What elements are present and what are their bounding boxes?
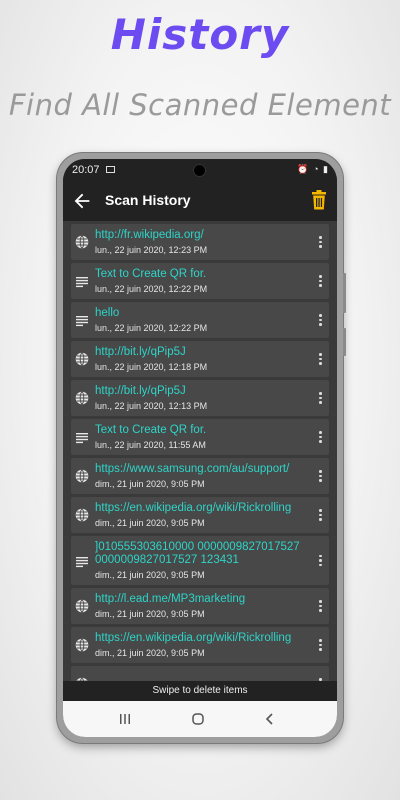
page-title: Scan History (105, 192, 191, 208)
history-item-text: hello (95, 307, 120, 319)
history-item-text: http://bit.ly/qPip5J (95, 346, 186, 358)
more-vert-icon[interactable] (315, 554, 325, 568)
history-item-date: lun., 22 juin 2020, 12:22 PM (95, 284, 208, 294)
text-lines-icon (75, 313, 89, 327)
globe-icon (75, 352, 89, 366)
history-item-date: lun., 22 juin 2020, 12:13 PM (95, 401, 208, 411)
status-indicators: ⏰ ◔ ▮ (297, 164, 329, 174)
more-vert-icon[interactable] (315, 638, 325, 652)
more-vert-icon[interactable] (315, 508, 325, 522)
more-vert-icon[interactable] (315, 599, 325, 613)
text-lines-icon (75, 430, 89, 444)
history-item[interactable]: https://www.samsung.com/au/support/dim.,… (71, 458, 329, 494)
promo-title: History (110, 10, 290, 59)
nav-back-icon[interactable] (263, 712, 277, 726)
history-item-text: https://www.samsung.com/au/support/ (95, 463, 290, 475)
history-item[interactable]: https://en.wikipedia.org/wiki/Rickrollin… (71, 497, 329, 533)
history-item-date: dim., 21 juin 2020, 9:05 PM (95, 570, 205, 580)
history-item-date: lun., 22 juin 2020, 11:55 AM (95, 440, 206, 450)
history-item-date: dim., 21 juin 2020, 9:05 PM (95, 609, 205, 619)
history-item[interactable]: https://en.wikipedia.org/wiki/Rickrollin… (71, 627, 329, 663)
history-item-date: dim., 21 juin 2020, 9:05 PM (95, 518, 205, 528)
history-item-date: dim., 21 juin 2020, 9:05 PM (95, 479, 205, 489)
globe-icon (75, 469, 89, 483)
history-item[interactable]: hello lun., 22 juin 2020, 12:22 PM (71, 302, 329, 338)
history-list[interactable]: http://fr.wikipedia.org/lun., 22 juin 20… (63, 221, 337, 681)
history-item-text: Text to Create QR for. (95, 268, 207, 280)
history-item-date: lun., 22 juin 2020, 12:23 PM (95, 245, 208, 255)
history-item-date: lun., 22 juin 2020, 12:18 PM (95, 362, 208, 372)
history-item-text: ]010555303610000 0000009827017527 000000… (95, 541, 300, 566)
system-nav-bar (63, 701, 337, 737)
globe-icon (75, 235, 89, 249)
home-icon[interactable] (191, 712, 205, 726)
history-item-text: http://l.ead.me/MP3marketing (95, 593, 246, 605)
more-vert-icon[interactable] (315, 469, 325, 483)
history-item[interactable]: ]010555303610000 0000009827017527 000000… (71, 536, 329, 585)
more-vert-icon[interactable] (315, 391, 325, 405)
globe-icon (75, 391, 89, 405)
history-item[interactable] (71, 666, 329, 681)
more-vert-icon[interactable] (315, 235, 325, 249)
power-button (343, 328, 346, 356)
globe-icon (75, 599, 89, 613)
status-bar: 20:07 ⏰ ◔ ▮ (63, 159, 337, 181)
back-arrow-icon[interactable] (71, 190, 93, 212)
front-camera (194, 165, 205, 176)
more-vert-icon[interactable] (315, 352, 325, 366)
status-time: 20:07 (72, 164, 100, 176)
text-lines-icon (75, 274, 89, 288)
more-vert-icon[interactable] (315, 430, 325, 444)
image-notification-icon (106, 166, 115, 173)
volume-button (343, 273, 346, 313)
history-item[interactable]: http://fr.wikipedia.org/lun., 22 juin 20… (71, 224, 329, 260)
history-item[interactable]: http://bit.ly/qPip5J lun., 22 juin 2020, … (71, 341, 329, 377)
history-item-text: https://en.wikipedia.org/wiki/Rickrollin… (95, 502, 292, 514)
text-lines-icon (75, 554, 89, 568)
globe-icon (75, 508, 89, 522)
more-vert-icon[interactable] (315, 313, 325, 327)
globe-icon (75, 638, 89, 652)
history-item-text: https://en.wikipedia.org/wiki/Rickrollin… (95, 632, 292, 644)
trash-icon[interactable] (311, 190, 327, 210)
history-item[interactable]: http://l.ead.me/MP3marketing dim., 21 jui… (71, 588, 329, 624)
screen: 20:07 ⏰ ◔ ▮ Scan History http://fr.wikip… (63, 159, 337, 737)
history-item-date: dim., 21 juin 2020, 9:05 PM (95, 648, 205, 658)
app-bar: Scan History (63, 181, 337, 221)
swipe-hint: Swipe to delete items (63, 681, 337, 701)
recents-icon[interactable] (119, 713, 131, 725)
history-item-text: http://fr.wikipedia.org/ (95, 229, 204, 241)
history-item[interactable]: Text to Create QR for. lun., 22 juin 2020… (71, 419, 329, 455)
phone-frame: 20:07 ⏰ ◔ ▮ Scan History http://fr.wikip… (57, 153, 346, 743)
more-vert-icon[interactable] (315, 274, 325, 288)
history-item[interactable]: http://bit.ly/qPip5J lun., 22 juin 2020, … (71, 380, 329, 416)
history-item-date: lun., 22 juin 2020, 12:22 PM (95, 323, 208, 333)
history-item-text: http://bit.ly/qPip5J (95, 385, 186, 397)
history-item-text: Text to Create QR for. (95, 424, 207, 436)
promo-subtitle: Find All Scanned Element (8, 88, 392, 122)
history-item[interactable]: Text to Create QR for. lun., 22 juin 2020… (71, 263, 329, 299)
